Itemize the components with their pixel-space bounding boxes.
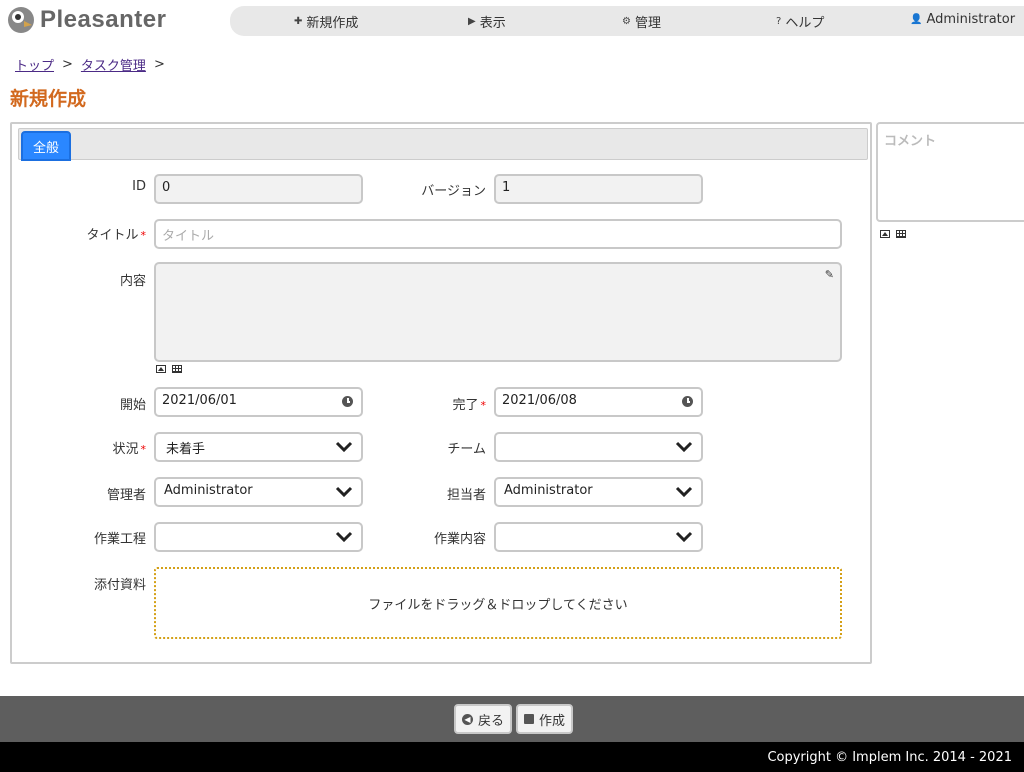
manager-select[interactable]: Administrator [154,477,363,507]
manager-label: 管理者 [106,488,146,503]
status-label-text: 状況 [112,442,139,457]
table-icon[interactable] [896,230,906,238]
editor-panel: 全般 ID 0 バージョン 1 タイトル * タイトル 内容 ✎ 開始 2021/… [10,122,872,664]
status-select[interactable]: 未着手 [154,432,363,462]
image-icon[interactable] [880,230,890,238]
nav-view-label: 表示 [479,16,506,31]
process-label: 作業工程 [93,532,146,547]
chevron-down-icon [675,441,693,453]
start-label: 開始 [119,398,146,413]
tab-general[interactable]: 全般 [21,131,71,161]
title-placeholder: タイトル [162,229,215,244]
breadcrumb-task[interactable]: タスク管理 [81,55,146,74]
body-label: 内容 [119,274,146,289]
required-mark: * [140,229,147,242]
team-label: チーム [447,442,486,457]
breadcrumb-separator: > [62,57,73,72]
comment-attach-icons [880,230,906,238]
version-label: バージョン [421,184,486,199]
save-icon [524,714,534,724]
work-select[interactable] [494,522,703,552]
gear-icon: ⚙ [622,16,631,27]
copyright-text: Copyright © Implem Inc. 2014 - 2021 [767,749,1012,765]
nav-manage[interactable]: ⚙ 管理 [622,12,661,31]
attach-label: 添付資料 [93,578,146,593]
clock-icon[interactable] [342,396,353,407]
logo-text: Pleasanter [40,6,167,33]
clock-icon[interactable] [682,396,693,407]
dropzone-text: ファイルをドラッグ＆ドロップしてください [368,597,628,613]
breadcrumb-separator: > [153,57,165,72]
chevron-down-icon [335,531,353,543]
work-label: 作業内容 [433,532,486,547]
create-button[interactable]: 作成 [516,704,574,734]
status-value: 未着手 [166,442,206,457]
nav-new-label: 新規作成 [306,16,359,31]
pencil-icon[interactable]: ✎ [825,268,834,281]
tab-bar: 全般 [18,128,868,161]
complete-label: 完了 * [392,394,486,413]
header: Pleasanter ✚ 新規作成 ▶ 表示 ⚙ 管理 ? ヘルプ 👤 Admi… [0,0,1024,44]
nav-user-label: Administrator [926,12,1016,27]
nav-view[interactable]: ▶ 表示 [468,12,506,31]
process-select[interactable] [154,522,363,552]
logo[interactable]: Pleasanter [6,5,166,35]
title-label-text: タイトル [86,228,139,243]
breadcrumb: トップ > タスク管理 > [15,55,165,74]
plus-icon: ✚ [294,16,303,27]
back-icon: ◀ [462,713,473,725]
version-field: 1 [494,174,703,204]
create-button-label: 作成 [539,713,566,729]
complete-date-value: 2021/06/08 [502,393,577,408]
chevron-down-icon [335,486,353,498]
required-mark: * [140,443,147,456]
chevron-down-icon [675,486,693,498]
owner-select[interactable]: Administrator [494,477,703,507]
breadcrumb-top[interactable]: トップ [15,55,54,74]
question-icon: ? [776,16,782,27]
chevron-down-icon [675,531,693,543]
start-date-value: 2021/06/01 [162,393,237,408]
comment-input[interactable]: コメント [876,122,1024,222]
id-label: ID [132,179,146,194]
back-button[interactable]: ◀ 戻る [454,704,513,734]
nav-help-label: ヘルプ [785,16,825,31]
owner-value: Administrator [504,483,593,498]
title-input[interactable]: タイトル [154,219,842,249]
manager-value: Administrator [164,483,253,498]
triangle-right-icon: ▶ [468,16,476,27]
nav-manage-label: 管理 [634,16,661,31]
title-label: タイトル * [52,224,146,243]
start-date-input[interactable]: 2021/06/01 [154,387,363,417]
complete-date-input[interactable]: 2021/06/08 [494,387,703,417]
navbar: ✚ 新規作成 ▶ 表示 ⚙ 管理 ? ヘルプ 👤 Administrator [230,6,1024,36]
owner-label: 担当者 [446,488,486,503]
body-textarea[interactable]: ✎ [154,262,842,362]
file-dropzone[interactable]: ファイルをドラッグ＆ドロップしてください [154,567,842,639]
complete-label-text: 完了 [452,398,479,413]
nav-help[interactable]: ? ヘルプ [776,12,824,31]
required-mark: * [480,399,487,412]
team-select[interactable] [494,432,703,462]
id-field: 0 [154,174,363,204]
nav-new[interactable]: ✚ 新規作成 [294,12,358,31]
table-icon[interactable] [172,365,182,373]
nav-user[interactable]: 👤 Administrator [910,12,1015,27]
image-icon[interactable] [156,365,166,373]
logo-icon [8,7,34,33]
user-icon: 👤 [910,14,923,25]
body-attach-icons [156,365,182,373]
status-label: 状況 * [72,438,146,457]
chevron-down-icon [335,441,353,453]
page-title: 新規作成 [10,88,87,110]
back-button-label: 戻る [478,713,505,729]
action-bar: ◀ 戻る 作成 [0,696,1024,742]
footer: Copyright © Implem Inc. 2014 - 2021 [0,742,1024,772]
comment-placeholder: コメント [884,134,937,149]
